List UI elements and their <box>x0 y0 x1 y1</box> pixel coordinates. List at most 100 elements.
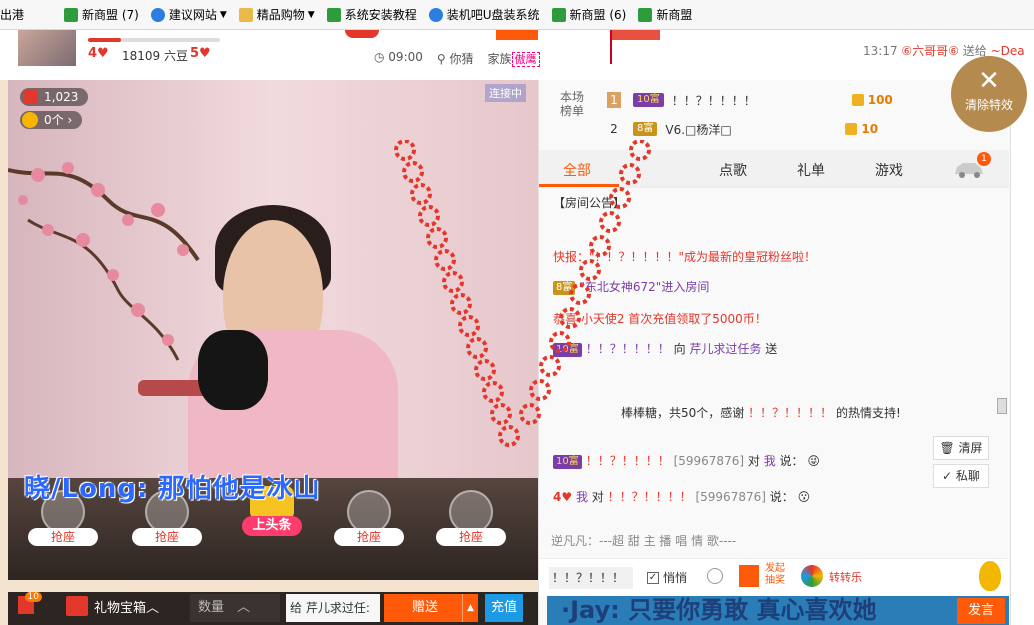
gift-icon <box>66 596 88 616</box>
family-meta[interactable]: 家族 傲鹰 <box>488 50 540 67</box>
clear-screen-button[interactable]: 🗑 清屏 <box>933 436 989 460</box>
ticker-user[interactable]: ⑥六哥哥⑥ <box>901 44 959 58</box>
emoji-button[interactable] <box>707 568 723 584</box>
next-level: 5♥ <box>190 46 211 61</box>
whisper-checkbox[interactable]: ✓ 悄悄 <box>647 569 687 586</box>
chat-user: 我 <box>575 490 588 504</box>
rank-row[interactable]: 1 10富 ！！？！！！！ 100 <box>607 87 1007 113</box>
lottery-label[interactable]: 发起 抽奖 <box>765 563 785 587</box>
clear-effects-button[interactable]: ✕ 清除特效 <box>951 56 1027 132</box>
chat-message: 10富 ！！？！！！！ 向 芹儿求过任务 送 <box>553 340 777 357</box>
seat-slot[interactable]: 抢座 <box>332 490 406 560</box>
chat-user[interactable]: ！！？！！！！ <box>608 490 692 504</box>
lottery-icon[interactable] <box>739 565 759 587</box>
red-tab[interactable] <box>345 30 379 38</box>
grab-seat-label: 抢座 <box>334 528 404 546</box>
lyric-overlay: 晓/Long: 那怕他是冰山 <box>24 474 321 504</box>
rank-value: 10 <box>845 122 878 136</box>
tab-gift-list[interactable]: 礼单 <box>797 160 825 180</box>
bookmark-item[interactable]: 建议网站 ▼ <box>150 6 227 23</box>
level-progress <box>88 38 220 42</box>
bookmark-label: 新商盟 (6) <box>569 8 627 22</box>
beans-count: 18109 六豆 <box>122 49 188 63</box>
lyric-banner: ·Jay: 只要你勇敢 真心喜欢她 <box>547 596 1009 625</box>
tab-song[interactable]: 点歌 <box>719 160 747 180</box>
wealth-icon[interactable]: 10 <box>18 592 42 614</box>
bookmark-item[interactable]: 精品购物 ▼ <box>238 6 315 23</box>
ie-icon <box>428 7 443 22</box>
clock-icon: ◷ <box>374 50 389 64</box>
collapsed-side-panel[interactable] <box>1010 80 1034 625</box>
chat-user[interactable]: ！！？！！！！ <box>586 342 670 356</box>
gift-bar: 10 礼物宝箱 ︿ 数量 ︿ 给 芹儿求过任: 赠送 ▲ 充值 <box>8 592 538 625</box>
send-gift-button[interactable]: 赠送 <box>384 594 466 622</box>
chat-message: 棒棒糖，共50个，感谢 ！！？！！！！ 的热情支持! <box>621 404 901 421</box>
chevron-right-icon: › <box>67 113 73 127</box>
bookmark-label: 精品购物 <box>256 8 305 22</box>
send-chat-button[interactable]: 发言 <box>957 598 1005 624</box>
chat-text: 棒棒糖，共50个，感谢 <box>621 406 745 420</box>
spin-wheel-icon[interactable] <box>801 565 823 587</box>
scrollbar-thumb[interactable] <box>997 398 1007 414</box>
chat-user[interactable]: ！！？！！！！ <box>748 406 832 420</box>
rank-value: 100 <box>851 93 893 107</box>
spin-label[interactable]: 转转乐 <box>829 569 862 585</box>
coin-icon <box>845 123 858 135</box>
shop-icon <box>638 7 653 22</box>
clear-effects-label: 清除特效 <box>964 98 1013 112</box>
emoji-icon: 😜 <box>807 454 820 468</box>
chat-user[interactable]: 芹儿求过任务 <box>689 342 761 356</box>
heart-icon: ♥ <box>97 46 109 61</box>
emoji-icon: 😗 <box>797 490 811 504</box>
connection-status: 连接中 <box>485 84 526 102</box>
bookmark-item[interactable]: 出港 <box>0 6 24 23</box>
chevron-up-icon: ︿ <box>146 600 160 616</box>
heart-icon: ♥ <box>199 46 211 61</box>
chat-tabs: 全部 点歌 礼单 游戏 1 <box>539 150 1009 188</box>
chevron-up-icon[interactable]: ▲ <box>462 594 478 622</box>
bookmark-item[interactable]: 系统安装教程 <box>326 6 417 23</box>
gift-box-label: 礼物宝箱 <box>94 600 147 616</box>
wealth-badge: 10富 <box>633 93 664 107</box>
follow-button[interactable] <box>496 30 538 40</box>
bookmark-item[interactable]: 新商盟 <box>638 6 692 23</box>
bookmark-item[interactable]: 新商盟 (7) <box>64 6 139 23</box>
anchor-avatar[interactable] <box>18 30 76 66</box>
bookmark-label: 建议网站 <box>168 8 217 22</box>
lyric-banner-text: ·Jay: 只要你勇敢 真心喜欢她 <box>561 596 877 624</box>
chat-text: 说： <box>779 454 804 468</box>
anchor-meta: ◷ 09:00 ⚲ 你猜 家族 傲鹰 <box>374 50 540 67</box>
bookmark-item[interactable]: 装机吧U盘装系统 <box>428 6 540 23</box>
online-count-badge: 1,023 <box>20 88 89 106</box>
private-chat-button[interactable]: ✓ 私聊 <box>933 464 989 488</box>
quantity-field[interactable]: 数量 ︿ <box>190 594 280 622</box>
level-progress-fill <box>88 38 121 42</box>
video-stream[interactable]: 1,023 0个 › 连接中 抢座 抢座 上头条 抢座 抢座 <box>8 80 538 580</box>
golden-egg-icon[interactable] <box>979 561 1001 591</box>
chat-user[interactable]: ！！？！！！！ <box>586 454 670 468</box>
recipient-field[interactable]: 给 芹儿求过任: <box>286 594 380 622</box>
room-announcement[interactable]: 【房间公告】 <box>553 194 625 211</box>
chat-input-row: ！！？！！！ ✓ 悄悄 发起 抽奖 转转乐 <box>539 558 1009 596</box>
chat-text: 对 <box>591 490 604 504</box>
plum-blossom-decoration <box>8 162 200 361</box>
chat-message: 快报："！！？！！！！"成为最新的皇冠粉丝啦！ <box>553 250 817 264</box>
coin-icon <box>851 94 864 106</box>
chat-text: 送 <box>765 342 778 356</box>
bookmark-label: 出港 <box>0 8 25 22</box>
bookmark-item[interactable]: 新商盟 (6) <box>551 6 627 23</box>
grab-seat-label: 抢座 <box>132 528 202 546</box>
tab-all[interactable]: 全部 <box>563 160 591 180</box>
chat-input[interactable]: ！！？！！！ <box>549 567 633 589</box>
gift-box-button[interactable]: 礼物宝箱 ︿ <box>66 596 159 616</box>
tab-games[interactable]: 游戏 <box>875 160 903 180</box>
recharge-button[interactable]: 充值 <box>485 594 523 622</box>
chat-message: 恭喜 小天使2 首次充值领取了5000币！ <box>553 312 767 326</box>
seat-slot[interactable]: 抢座 <box>434 490 508 560</box>
rank-user: ！！？！！！！ <box>671 93 756 108</box>
sub-count-badge[interactable]: 0个 › <box>20 111 83 129</box>
rank-row[interactable]: 2 8富 V6.□杨洋□ 10 <box>607 116 1007 142</box>
heart-icon: 4♥ <box>553 490 573 504</box>
chat-message: 10富 ！！？！！！！ [59967876] 对 我 说： 😜 <box>553 452 820 469</box>
location-meta: ⚲ 你猜 <box>437 50 474 67</box>
